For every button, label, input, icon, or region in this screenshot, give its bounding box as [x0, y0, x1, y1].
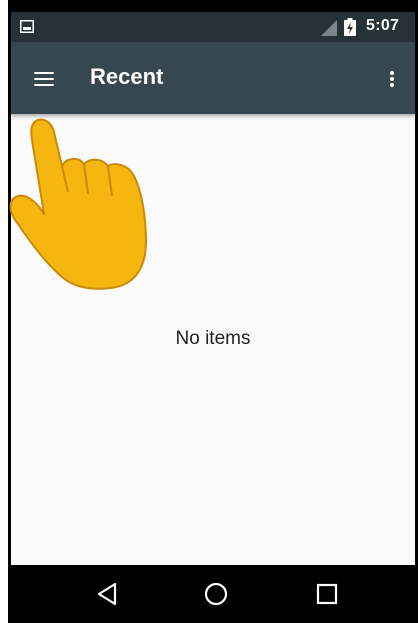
image-notification-icon [20, 20, 34, 33]
signal-icon [321, 20, 337, 36]
status-bar: 5:07 [11, 12, 415, 42]
page-title: Recent [90, 64, 164, 89]
status-time: 5:07 [366, 17, 400, 34]
device-frame: 5:07 Recent No items [8, 0, 418, 623]
recents-icon[interactable] [309, 577, 345, 611]
navigation-bar [11, 565, 415, 623]
app-bar: Recent [11, 42, 415, 114]
pointing-hand-icon [9, 118, 147, 290]
hamburger-menu-icon[interactable] [27, 62, 61, 94]
empty-state-message: No items [175, 328, 251, 349]
battery-charging-icon [344, 18, 356, 36]
screen: 5:07 Recent No items [11, 12, 415, 623]
more-vert-icon[interactable] [379, 62, 405, 94]
home-icon[interactable] [198, 577, 234, 611]
back-icon[interactable] [89, 577, 125, 611]
